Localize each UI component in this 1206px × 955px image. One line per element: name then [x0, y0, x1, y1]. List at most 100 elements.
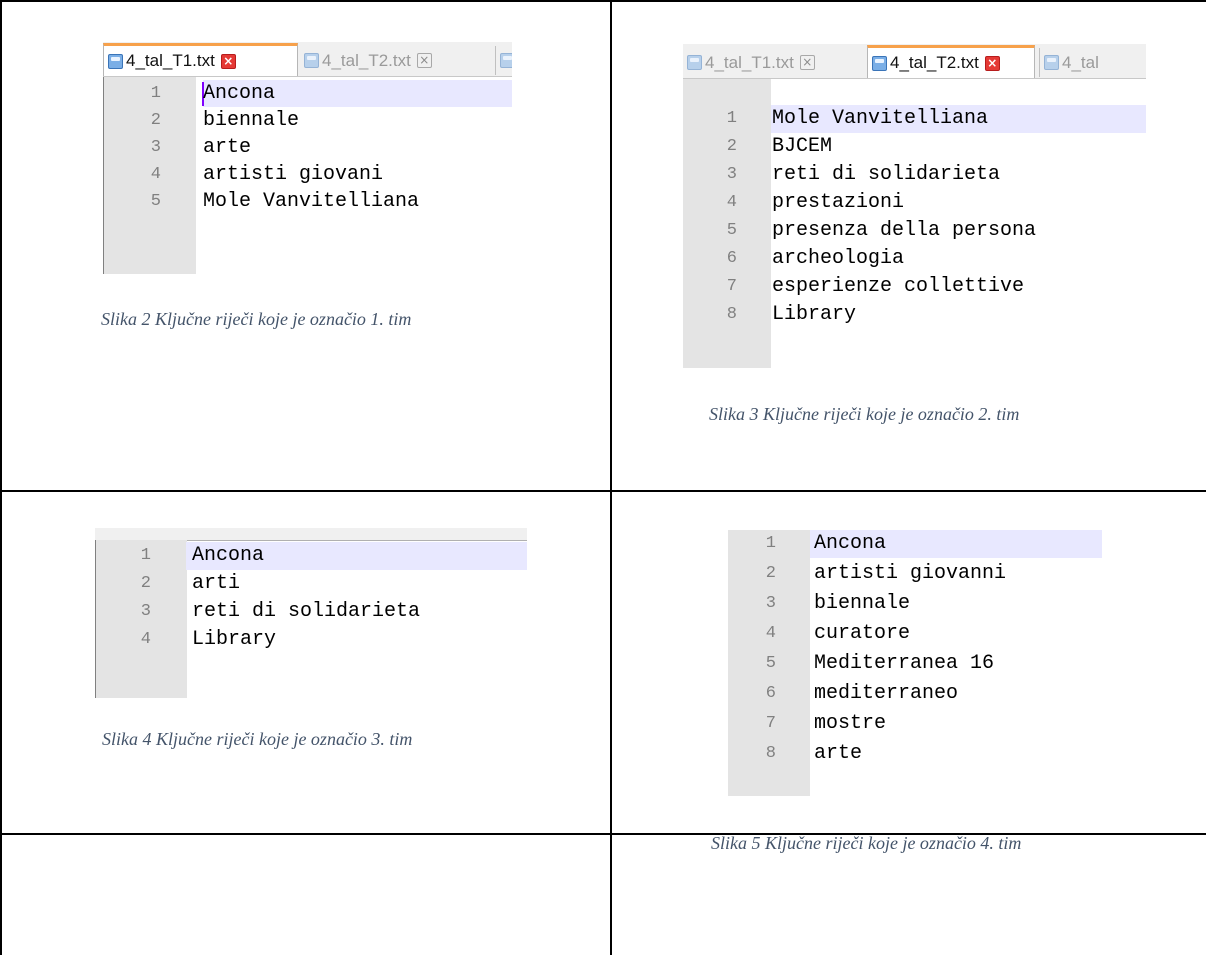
editor-line-text[interactable]: prestazioni — [772, 189, 904, 216]
tab-label: 4_tal_T2.txt — [890, 53, 979, 72]
editor-screenshot-2: 4_tal_T1.txt × 4_tal_T2.txt × 4_tal 1 Mo… — [683, 44, 1146, 368]
editor-line: 1 Mole Vanvitelliana — [683, 105, 1146, 132]
editor-line-text[interactable]: Ancona — [814, 530, 886, 557]
line-number: 5 — [726, 221, 737, 240]
editor-line-text[interactable]: archeologia — [772, 245, 904, 272]
editor-line-text[interactable]: Library — [192, 626, 276, 653]
line-number: 7 — [765, 714, 776, 733]
editor-line: 5 Mole Vanvitelliana — [103, 188, 512, 215]
line-number: 6 — [765, 684, 776, 703]
tab-bar: 4_tal_T1.txt × 4_tal_T2.txt × 4_tal — [683, 44, 1146, 79]
editor-screenshot-1: 4_tal_T1.txt × 4_tal_T2.txt × 1 Ancona 2… — [103, 42, 512, 274]
table-column-divider — [610, 0, 612, 955]
file-tab-t2[interactable]: 4_tal_T2.txt × — [867, 45, 1035, 78]
line-number: 1 — [765, 534, 776, 553]
editor-line-text[interactable]: Library — [772, 301, 856, 328]
table-border-left — [0, 0, 2, 955]
editor-line: 4 curatore — [728, 620, 1102, 647]
editor-line: 4 prestazioni — [683, 189, 1146, 216]
editor-line: 3 reti di solidarieta — [95, 598, 527, 625]
editor-line: 3 arte — [103, 134, 512, 161]
editor-line: 6 archeologia — [683, 245, 1146, 272]
editor-line: 6 mediterraneo — [728, 680, 1102, 707]
editor-line-text[interactable]: BJCEM — [772, 133, 832, 160]
line-number: 6 — [726, 249, 737, 268]
line-number: 5 — [150, 192, 161, 211]
editor-screenshot-3: 1 Ancona 2 arti 3 reti di solidarieta 4 … — [95, 528, 527, 698]
file-tab-partial[interactable] — [495, 46, 512, 75]
editor-line-text[interactable]: mostre — [814, 710, 886, 737]
editor-line-text[interactable]: arte — [203, 134, 251, 161]
save-icon — [872, 55, 887, 71]
table-row-divider — [0, 490, 1206, 492]
line-number: 8 — [765, 744, 776, 763]
editor-line: 4 Library — [95, 626, 527, 653]
editor-line: 7 esperienze collettive — [683, 273, 1146, 300]
editor-line: 2 artisti giovanni — [728, 560, 1102, 587]
editor-line: 3 reti di solidarieta — [683, 161, 1146, 188]
line-number: 5 — [765, 654, 776, 673]
line-number: 1 — [726, 109, 737, 128]
file-tab-t1[interactable]: 4_tal_T1.txt × — [683, 48, 863, 77]
editor-line-text[interactable]: Mediterranea 16 — [814, 650, 994, 677]
editor-line-text[interactable]: reti di solidarieta — [772, 161, 1000, 188]
save-icon — [1044, 55, 1059, 70]
line-number: 4 — [726, 193, 737, 212]
line-number: 3 — [140, 602, 151, 621]
save-icon — [108, 53, 123, 69]
editor-line-text[interactable]: reti di solidarieta — [192, 598, 420, 625]
file-tab-partial[interactable]: 4_tal — [1039, 48, 1146, 77]
editor-line-text[interactable]: Mole Vanvitelliana — [772, 105, 988, 132]
close-icon[interactable]: × — [799, 55, 815, 70]
editor-line-text[interactable]: arte — [814, 740, 862, 767]
line-number: 3 — [765, 594, 776, 613]
editor-line-text[interactable]: artisti giovanni — [814, 560, 1006, 587]
figure-caption: Slika 2 Ključne riječi koje je označio 1… — [101, 309, 412, 329]
editor-line: 8 arte — [728, 740, 1102, 767]
file-tab-t2[interactable]: 4_tal_T2.txt × — [300, 46, 492, 75]
editor-line: 5 presenza della persona — [683, 217, 1146, 244]
line-number: 4 — [765, 624, 776, 643]
line-number: 3 — [150, 138, 161, 157]
line-number: 1 — [150, 84, 161, 103]
editor-line: 5 Mediterranea 16 — [728, 650, 1102, 677]
editor-line-text[interactable]: Ancona — [203, 80, 275, 107]
tab-label: 4_tal_T1.txt — [705, 52, 794, 72]
editor-line: 1 Ancona — [95, 542, 527, 569]
line-number: 2 — [140, 574, 151, 593]
line-number: 1 — [140, 546, 151, 565]
editor-line-text[interactable]: presenza della persona — [772, 217, 1036, 244]
editor-line: 2 arti — [95, 570, 527, 597]
tab-label: 4_tal_T2.txt — [322, 50, 411, 70]
line-number: 3 — [726, 165, 737, 184]
editor-line: 3 biennale — [728, 590, 1102, 617]
figure-caption: Slika 5 Ključne riječi koje je označio 4… — [711, 833, 1022, 853]
editor-line: 7 mostre — [728, 710, 1102, 737]
tab-label: 4_tal_T1.txt — [126, 51, 215, 70]
table-row-divider — [0, 833, 1206, 835]
file-tab-t1[interactable]: 4_tal_T1.txt × — [103, 43, 298, 76]
document-page: { "figures": [ { "tabs": [ {"label": "4_… — [0, 0, 1206, 955]
line-number: 2 — [765, 564, 776, 583]
editor-line-text[interactable]: biennale — [203, 107, 299, 134]
editor-line-text[interactable]: Mole Vanvitelliana — [203, 188, 419, 215]
close-icon[interactable]: × — [984, 55, 1000, 71]
editor-line-text[interactable]: artisti giovani — [203, 161, 383, 188]
table-border-top — [0, 0, 1206, 2]
close-icon[interactable]: × — [416, 53, 432, 68]
editor-line: 1 Ancona — [728, 530, 1102, 557]
tab-bar: 4_tal_T1.txt × 4_tal_T2.txt × — [103, 42, 512, 77]
line-number: 2 — [726, 137, 737, 156]
editor-line: 2 biennale — [103, 107, 512, 134]
save-icon — [687, 55, 702, 70]
editor-line: 8 Library — [683, 301, 1146, 328]
editor-line-text[interactable]: biennale — [814, 590, 910, 617]
editor-line-text[interactable]: esperienze collettive — [772, 273, 1024, 300]
editor-line-text[interactable]: Ancona — [192, 542, 264, 569]
line-number: 4 — [140, 630, 151, 649]
editor-line-text[interactable]: mediterraneo — [814, 680, 958, 707]
editor-line-text[interactable]: curatore — [814, 620, 910, 647]
save-icon — [304, 53, 319, 68]
editor-line-text[interactable]: arti — [192, 570, 240, 597]
close-icon[interactable]: × — [220, 53, 236, 69]
